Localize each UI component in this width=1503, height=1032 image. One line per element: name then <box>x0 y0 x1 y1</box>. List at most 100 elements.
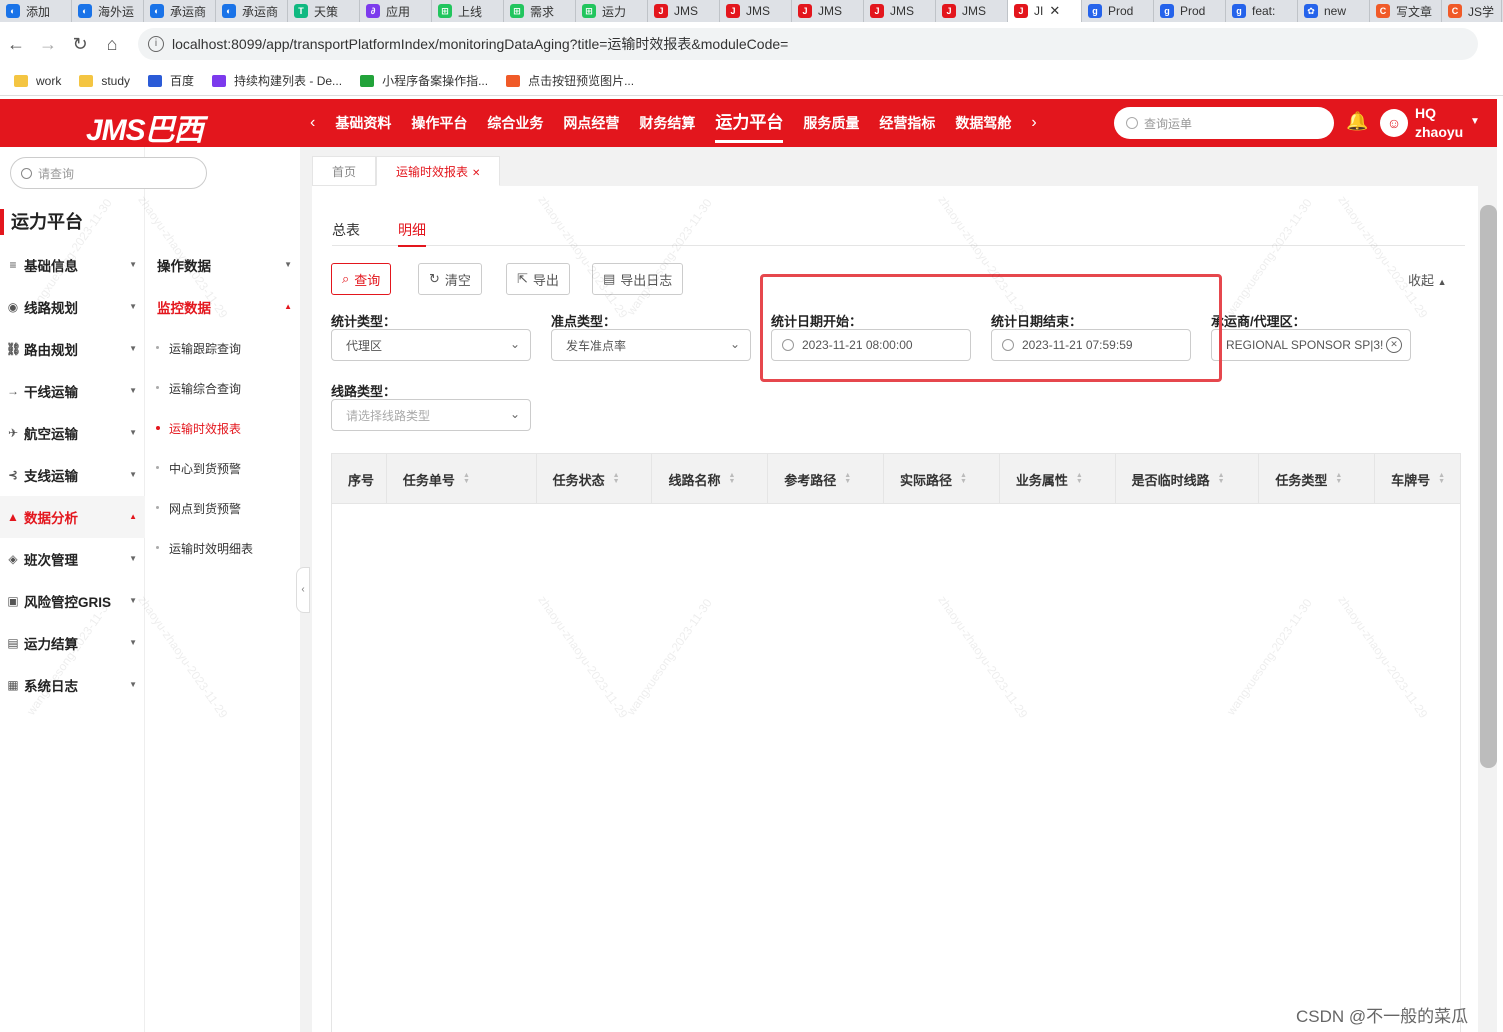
submenu-item[interactable]: 运输时效报表 <box>146 408 300 448</box>
user-info[interactable]: HQ zhaoyu <box>1415 104 1463 142</box>
browser-tab[interactable]: J JMS <box>864 0 936 22</box>
top-nav-item[interactable]: 网点经营 <box>563 99 619 147</box>
home-icon[interactable]: ⌂ <box>96 34 128 55</box>
reload-icon[interactable]: ↻ <box>64 34 96 55</box>
browser-tab[interactable]: g feat: <box>1226 0 1298 22</box>
browser-tab[interactable]: C 写文章 <box>1370 0 1442 22</box>
browser-tab[interactable]: ◐ 承运商 <box>216 0 288 22</box>
browser-tab[interactable]: T 天策 <box>288 0 360 22</box>
browser-tab[interactable]: ◐ 承运商 <box>144 0 216 22</box>
menu-search-input[interactable]: 请查询 <box>10 157 207 189</box>
submenu-item[interactable]: 运输综合查询 <box>146 368 300 408</box>
sort-icon[interactable]: ▲ ▼ <box>1335 472 1342 485</box>
nav-next-icon[interactable]: › <box>1021 114 1046 132</box>
bookmark-item[interactable]: 点击按钮预览图片... <box>506 72 634 89</box>
close-icon[interactable]: ✕ <box>1049 3 1060 19</box>
browser-tab[interactable]: ⊞ 运力 <box>576 0 648 22</box>
top-nav-item[interactable]: 财务结算 <box>639 99 695 147</box>
line-type-select[interactable]: 请选择线路类型 ⌄ <box>331 399 531 431</box>
sidebar-item[interactable]: ◉ 线路规划 ▼ <box>0 286 145 328</box>
sidebar-collapse-handle[interactable]: ‹ <box>296 567 310 613</box>
top-nav-item[interactable]: 综合业务 <box>487 99 543 147</box>
waybill-search-input[interactable]: 查询运单 <box>1114 107 1334 139</box>
submenu-item[interactable]: 中心到货预警 <box>146 448 300 488</box>
nav-prev-icon[interactable]: ‹ <box>300 114 325 132</box>
table-column-header[interactable]: 实际路径 ▲ ▼ <box>884 454 1000 504</box>
top-nav-item[interactable]: 基础资料 <box>335 99 391 147</box>
submenu-item[interactable]: 网点到货预警 <box>146 488 300 528</box>
back-icon[interactable]: ← <box>0 34 32 55</box>
ontime-type-select[interactable]: 发车准点率 ⌄ <box>551 329 751 361</box>
sort-icon[interactable]: ▲ ▼ <box>613 472 620 485</box>
sort-icon[interactable]: ▲ ▼ <box>1218 472 1225 485</box>
submenu-group[interactable]: 监控数据 ▲ <box>146 286 300 328</box>
browser-tab[interactable]: g Prod <box>1082 0 1154 22</box>
page-tab[interactable]: 运输时效报表 ✕ <box>376 156 501 186</box>
bookmark-item[interactable]: 小程序备案操作指... <box>360 72 488 89</box>
browser-tab[interactable]: J JI ✕ <box>1008 0 1082 22</box>
page-tab[interactable]: 首页 <box>312 156 377 186</box>
sort-icon[interactable]: ▲ ▼ <box>960 472 967 485</box>
sidebar-item[interactable]: ✈ 航空运输 ▼ <box>0 412 145 454</box>
sidebar-item[interactable]: ▦ 系统日志 ▼ <box>0 664 145 706</box>
table-column-header[interactable]: 参考路径 ▲ ▼ <box>768 454 885 504</box>
browser-tab[interactable]: ⊞ 上线 <box>432 0 504 22</box>
sidebar-item[interactable]: ≡ 基础信息 ▼ <box>0 244 145 286</box>
address-bar[interactable]: i localhost:8099/app/transportPlatformIn… <box>138 28 1478 60</box>
user-menu-caret-icon[interactable]: ▼ <box>1470 116 1480 127</box>
jms-logo[interactable]: JMS巴西 <box>86 105 204 149</box>
sidebar-item[interactable]: ▣ 风险管控GRIS ▼ <box>0 580 145 622</box>
stat-type-select[interactable]: 代理区 ⌄ <box>331 329 531 361</box>
sort-icon[interactable]: ▲ ▼ <box>844 472 851 485</box>
sidebar-item[interactable]: ▲ 数据分析 ▲ <box>0 496 145 538</box>
browser-tab[interactable]: ◐ 海外运 <box>72 0 144 22</box>
bookmark-item[interactable]: study <box>79 74 130 88</box>
clear-icon[interactable]: ✕ <box>1386 337 1402 353</box>
submenu-item[interactable]: 运输时效明细表 <box>146 528 300 568</box>
browser-tab[interactable]: g Prod <box>1154 0 1226 22</box>
clear-button[interactable]: ↻ 清空 <box>418 263 482 295</box>
browser-tab[interactable]: J JMS <box>936 0 1008 22</box>
bookmark-item[interactable]: 百度 <box>148 72 194 89</box>
sidebar-item[interactable]: ⛓ 路由规划 ▼ <box>0 328 145 370</box>
sidebar-item[interactable]: ⊰ 支线运输 ▼ <box>0 454 145 496</box>
subtab[interactable]: 总表 <box>332 220 360 246</box>
sort-icon[interactable]: ▲ ▼ <box>1438 472 1445 485</box>
bookmark-item[interactable]: 持续构建列表 - De... <box>212 72 342 89</box>
sidebar-item[interactable]: ▤ 运力结算 ▼ <box>0 622 145 664</box>
browser-tab[interactable]: C JS学 <box>1442 0 1502 22</box>
browser-tab[interactable]: J JMS <box>720 0 792 22</box>
collapse-toggle[interactable]: 收起 ▲ <box>1408 270 1447 289</box>
table-column-header[interactable]: 任务类型 ▲ ▼ <box>1259 454 1376 504</box>
table-column-header[interactable]: 序号 <box>332 454 387 504</box>
table-column-header[interactable]: 业务属性 ▲ ▼ <box>1000 454 1116 504</box>
top-nav-item[interactable]: 服务质量 <box>803 99 859 147</box>
export-button[interactable]: ⇱ 导出 <box>506 263 570 295</box>
sort-icon[interactable]: ▲ ▼ <box>463 472 470 485</box>
browser-tab[interactable]: ⊞ 需求 <box>504 0 576 22</box>
table-column-header[interactable]: 任务状态 ▲ ▼ <box>537 454 653 504</box>
sort-icon[interactable]: ▲ ▼ <box>728 472 735 485</box>
top-nav-item[interactable]: 经营指标 <box>879 99 935 147</box>
browser-tab[interactable]: J JMS <box>648 0 720 22</box>
sidebar-item[interactable]: → 干线运输 ▼ <box>0 370 145 412</box>
submenu-group[interactable]: 操作数据 ▼ <box>146 244 300 286</box>
forward-icon[interactable]: → <box>32 34 64 55</box>
table-column-header[interactable]: 车牌号 ▲ ▼ <box>1375 454 1460 504</box>
bookmark-item[interactable]: work <box>14 74 61 88</box>
submenu-item[interactable]: 运输跟踪查询 <box>146 328 300 368</box>
carrier-select[interactable]: REGIONAL SPONSOR SP|3! ✕ <box>1211 329 1411 361</box>
site-info-icon[interactable]: i <box>148 36 164 52</box>
sort-icon[interactable]: ▲ ▼ <box>1076 472 1083 485</box>
table-column-header[interactable]: 任务单号 ▲ ▼ <box>387 454 537 504</box>
close-icon[interactable]: ✕ <box>472 168 480 179</box>
export-log-button[interactable]: ▤ 导出日志 <box>592 263 684 295</box>
browser-tab[interactable]: ◐ 添加 <box>0 0 72 22</box>
browser-tab[interactable]: J JMS <box>792 0 864 22</box>
top-nav-item[interactable]: 数据驾舱 <box>955 99 1011 147</box>
avatar[interactable]: ☺ <box>1380 109 1408 137</box>
table-column-header[interactable]: 是否临时线路 ▲ ▼ <box>1116 454 1260 504</box>
sidebar-item[interactable]: ◈ 班次管理 ▼ <box>0 538 145 580</box>
bell-icon[interactable]: 🔔 <box>1346 111 1368 132</box>
page-scrollbar[interactable] <box>1480 205 1497 768</box>
